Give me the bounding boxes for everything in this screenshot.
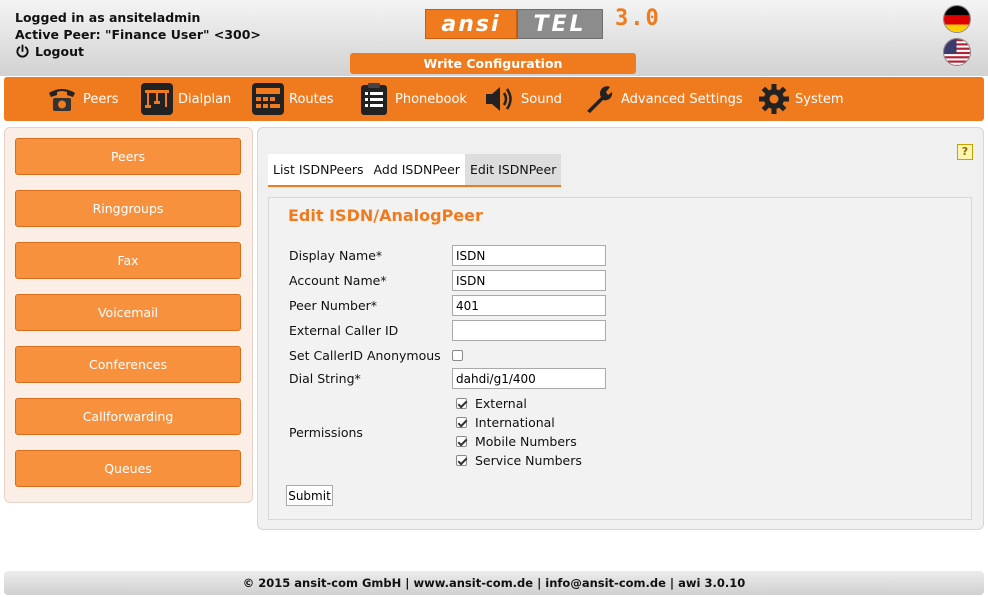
sidebar-item-fax[interactable]: Fax — [15, 242, 241, 279]
logo-tel: TEL — [517, 9, 603, 39]
us-flag-icon[interactable] — [943, 38, 971, 66]
external-caller-id-label: External Caller ID — [289, 323, 399, 338]
permission-international: International — [456, 413, 582, 432]
sidebar-item-conferences[interactable]: Conferences — [15, 346, 241, 383]
speaker-icon — [486, 87, 512, 111]
display-name-label: Display Name* — [289, 248, 383, 263]
sidebar-item-ringgroups[interactable]: Ringgroups — [15, 190, 241, 227]
account-name-input[interactable] — [452, 270, 606, 291]
account-name-row: Account Name* — [289, 270, 606, 291]
nav-system[interactable]: System — [757, 82, 843, 116]
permissions-list: External International Mobile Numbers Se… — [456, 394, 582, 470]
write-configuration-button[interactable]: Write Configuration — [350, 53, 636, 74]
permission-service-numbers: Service Numbers — [456, 451, 582, 470]
nav-routes-label: Routes — [289, 91, 334, 107]
main-navigation: Peers Dialplan Routes Phonebook Sound Ad… — [4, 77, 984, 121]
peer-number-input[interactable] — [452, 295, 606, 316]
edit-peer-form: Edit ISDN/AnalogPeer Display Name* Accou… — [268, 197, 972, 520]
nav-peers-label: Peers — [83, 91, 119, 107]
nav-advanced-settings-label: Advanced Settings — [621, 91, 743, 107]
permission-external-label: External — [475, 396, 527, 411]
dial-string-label: Dial String* — [289, 371, 361, 386]
gear-icon — [759, 84, 789, 114]
nav-system-label: System — [795, 91, 844, 107]
external-caller-id-row: External Caller ID — [289, 320, 606, 341]
tab-edit-isdnpeer[interactable]: Edit ISDNPeer — [464, 154, 562, 185]
permission-international-checkbox[interactable] — [456, 417, 467, 428]
wrench-icon — [587, 86, 613, 113]
login-info: Logged in as ansiteladmin Active Peer: "… — [15, 9, 261, 60]
nav-sound-label: Sound — [521, 91, 562, 107]
display-name-row: Display Name* — [289, 245, 606, 266]
permission-mobile-numbers-checkbox[interactable] — [456, 436, 467, 447]
dialplan-icon — [141, 83, 173, 115]
permission-mobile-numbers: Mobile Numbers — [456, 432, 582, 451]
callerid-anonymous-checkbox[interactable] — [452, 350, 463, 361]
main-content: ? List ISDNPeers Add ISDNPeer Edit ISDNP… — [257, 127, 984, 530]
nav-phonebook-label: Phonebook — [395, 91, 467, 107]
tab-add-isdnpeer[interactable]: Add ISDNPeer — [368, 154, 465, 185]
help-icon[interactable]: ? — [957, 144, 973, 160]
active-peer-text: Active Peer: "Finance User" <300> — [15, 27, 261, 42]
permission-mobile-numbers-label: Mobile Numbers — [475, 434, 577, 449]
ansitel-logo: ansi TEL 3.0 — [425, 5, 661, 39]
logo-version: 3.0 — [615, 5, 661, 31]
peer-number-row: Peer Number* — [289, 295, 606, 316]
tab-list-isdnpeers[interactable]: List ISDNPeers — [268, 154, 369, 185]
permission-service-numbers-label: Service Numbers — [475, 453, 582, 468]
header: Logged in as ansiteladmin Active Peer: "… — [0, 0, 988, 76]
permission-external: External — [456, 394, 582, 413]
phone-icon — [49, 89, 75, 111]
account-name-label: Account Name* — [289, 273, 387, 288]
nav-sound[interactable]: Sound — [483, 82, 562, 116]
callerid-anonymous-label: Set CallerID Anonymous — [289, 348, 441, 363]
sidebar-item-callforwarding[interactable]: Callforwarding — [15, 398, 241, 435]
nav-advanced-settings[interactable]: Advanced Settings — [583, 82, 743, 116]
routes-icon — [252, 83, 284, 115]
permissions-row: Permissions — [289, 425, 452, 440]
peer-number-label: Peer Number* — [289, 298, 378, 313]
nav-dialplan-label: Dialplan — [178, 91, 232, 107]
logo-ansi: ansi — [425, 9, 517, 39]
sidebar-item-queues[interactable]: Queues — [15, 450, 241, 487]
nav-phonebook[interactable]: Phonebook — [357, 82, 467, 116]
dial-string-row: Dial String* — [289, 368, 606, 389]
permission-service-numbers-checkbox[interactable] — [456, 455, 467, 466]
logged-in-text: Logged in as ansiteladmin — [15, 10, 201, 25]
submit-button[interactable]: Submit — [286, 485, 333, 506]
footer: © 2015 ansit-com GmbH | www.ansit-com.de… — [4, 571, 984, 595]
permission-external-checkbox[interactable] — [456, 398, 467, 409]
tab-bar: List ISDNPeers Add ISDNPeer Edit ISDNPee… — [268, 154, 562, 187]
external-caller-id-input[interactable] — [452, 320, 606, 341]
permissions-label: Permissions — [289, 425, 363, 440]
power-icon — [16, 44, 29, 58]
sidebar-item-voicemail[interactable]: Voicemail — [15, 294, 241, 331]
nav-dialplan[interactable]: Dialplan — [140, 82, 231, 116]
logout-link[interactable]: Logout — [15, 43, 261, 60]
logout-label: Logout — [35, 44, 84, 59]
sidebar-item-peers[interactable]: Peers — [15, 138, 241, 175]
form-title: Edit ISDN/AnalogPeer — [288, 206, 483, 225]
dial-string-input[interactable] — [452, 368, 606, 389]
sidebar: Peers Ringgroups Fax Voicemail Conferenc… — [4, 127, 253, 503]
permission-international-label: International — [475, 415, 555, 430]
nav-routes[interactable]: Routes — [251, 82, 334, 116]
display-name-input[interactable] — [452, 245, 606, 266]
nav-peers[interactable]: Peers — [45, 82, 119, 116]
callerid-anonymous-row: Set CallerID Anonymous — [289, 348, 463, 363]
german-flag-icon[interactable] — [943, 5, 971, 33]
phonebook-icon — [361, 83, 387, 115]
